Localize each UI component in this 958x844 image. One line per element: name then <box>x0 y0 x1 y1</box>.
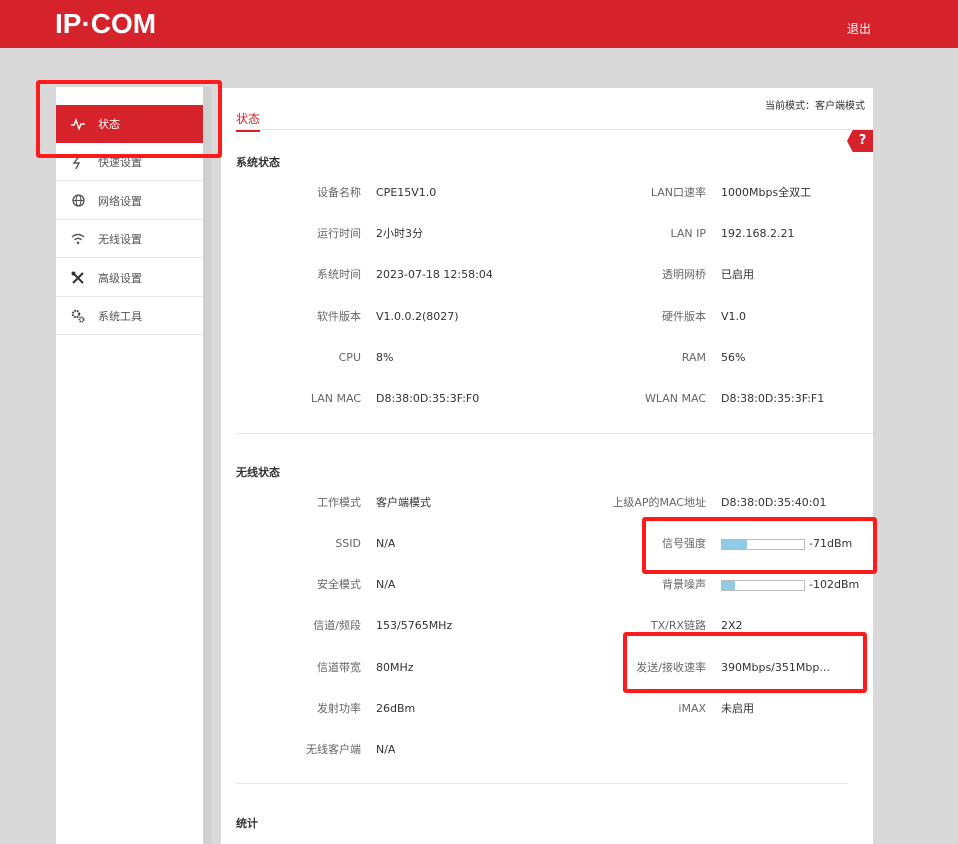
ip-com-logo: IP·COM <box>55 8 157 39</box>
signal-strength-fill <box>722 540 747 549</box>
info-label: 上级AP的MAC地址 <box>612 496 706 509</box>
info-row: 安全模式 N/A 背景噪声 -102dBm <box>221 575 873 595</box>
sidebar-scroll-gutter <box>203 87 211 844</box>
info-value: N/A <box>376 743 396 756</box>
tab-underline <box>236 129 873 130</box>
info-label: 发射功率 <box>317 702 361 715</box>
info-row: 信道带宽 80MHz 发送/接收速率 390Mbps/351Mbp... <box>221 658 873 678</box>
wifi-icon <box>70 231 86 247</box>
sidebar-item-label: 无线设置 <box>98 232 142 246</box>
system-status-title: 系统状态 <box>236 156 280 169</box>
main-panel: 当前模式：客户端模式 状态 ? 系统状态 设备名称 CPE15V1.0 LAN口… <box>221 88 873 844</box>
info-label: 运行时间 <box>317 227 361 240</box>
info-label: 信道带宽 <box>317 661 361 674</box>
info-value: 已启用 <box>721 268 754 281</box>
info-row: 软件版本 V1.0.0.2(8027) 硬件版本 V1.0 <box>221 307 873 327</box>
info-value: 80MHz <box>376 661 414 674</box>
info-label: LAN IP <box>670 227 706 240</box>
info-label: 信道/频段 <box>313 619 361 632</box>
sidebar-item-label: 状态 <box>98 118 120 131</box>
sidebar-item-label: 快速设置 <box>98 155 142 169</box>
info-value: 390Mbps/351Mbp... <box>721 661 830 674</box>
info-value: D8:38:0D:35:3F:F1 <box>721 392 825 405</box>
noise-bar <box>721 580 805 591</box>
info-label: 工作模式 <box>317 496 361 509</box>
noise-fill <box>722 581 736 590</box>
lightning-icon <box>70 154 86 170</box>
info-row: 系统时间 2023-07-18 12:58:04 透明网桥 已启用 <box>221 265 873 285</box>
info-row: LAN MAC D8:38:0D:35:3F:F0 WLAN MAC D8:38… <box>221 389 873 409</box>
info-label: 系统时间 <box>317 268 361 281</box>
info-row: 发射功率 26dBm iMAX 未启用 <box>221 699 873 719</box>
signal-strength-bar <box>721 539 805 550</box>
info-value: D8:38:0D:35:40:01 <box>721 496 827 509</box>
section-divider <box>236 433 873 434</box>
sidebar-item-wireless[interactable]: 无线设置 <box>56 220 203 258</box>
info-label: 信号强度 <box>662 537 706 550</box>
info-value: V1.0 <box>721 310 747 323</box>
info-value: 1000Mbps全双工 <box>721 186 812 199</box>
tools-icon <box>70 270 86 286</box>
info-row: 工作模式 客户端模式 上级AP的MAC地址 D8:38:0D:35:40:01 <box>221 493 873 513</box>
info-label: WLAN MAC <box>644 392 706 405</box>
info-row: 无线客户端 N/A <box>221 740 873 760</box>
info-value: 8% <box>376 351 394 364</box>
info-label: iMAX <box>678 702 706 715</box>
info-value: 192.168.2.21 <box>721 227 795 240</box>
pulse-icon <box>70 116 86 132</box>
info-row: 信道/频段 153/5765MHz TX/RX链路 2X2 <box>221 616 873 636</box>
info-value: CPE15V1.0 <box>376 186 437 199</box>
info-label: 发送/接收速率 <box>636 661 706 674</box>
info-label: 背景噪声 <box>662 578 706 591</box>
info-value: 2X2 <box>721 619 743 632</box>
sidebar-item-label: 系统工具 <box>98 309 142 323</box>
info-label: 设备名称 <box>317 186 361 199</box>
info-value: 2小时3分 <box>376 227 423 240</box>
info-label: TX/RX链路 <box>650 619 706 632</box>
sidebar-item-network[interactable]: 网络设置 <box>56 182 203 220</box>
current-mode: 当前模式：客户端模式 <box>765 101 865 112</box>
info-value: 未启用 <box>721 702 754 715</box>
noise-value: -102dBm <box>809 578 860 591</box>
info-value: 56% <box>721 351 746 364</box>
info-label: RAM <box>681 351 706 364</box>
logout-link[interactable]: 退出 <box>847 20 871 37</box>
globe-icon <box>70 193 86 209</box>
info-value: N/A <box>376 578 396 591</box>
section-divider <box>236 783 848 784</box>
info-row: SSID N/A 信号强度 -71dBm <box>221 534 873 554</box>
info-value: D8:38:0D:35:3F:F0 <box>376 392 480 405</box>
info-label: 无线客户端 <box>306 743 361 756</box>
sidebar-item-advanced[interactable]: 高级设置 <box>56 259 203 297</box>
info-label: 硬件版本 <box>662 310 706 323</box>
info-value: V1.0.0.2(8027) <box>376 310 459 323</box>
sidebar-item-system-tools[interactable]: 系统工具 <box>56 297 203 335</box>
info-label: LAN MAC <box>310 392 361 405</box>
sidebar-item-status[interactable]: 状态 <box>56 105 203 143</box>
info-value: N/A <box>376 537 396 550</box>
wireless-status-title: 无线状态 <box>236 466 280 479</box>
info-label: SSID <box>335 537 361 550</box>
statistics-title: 统计 <box>236 817 258 830</box>
sidebar-item-label: 网络设置 <box>98 194 142 208</box>
info-label: CPU <box>338 351 361 364</box>
info-value: 客户端模式 <box>376 496 431 509</box>
info-row: CPU 8% RAM 56% <box>221 348 873 368</box>
info-value: 26dBm <box>376 702 416 715</box>
sidebar: 状态 快速设置 网络设置 无线设置 高级设置 系统工具 <box>56 87 203 844</box>
signal-strength-value: -71dBm <box>809 537 853 550</box>
sidebar-item-label: 高级设置 <box>98 271 142 285</box>
info-label: LAN口速率 <box>650 186 706 199</box>
info-label: 软件版本 <box>317 310 361 323</box>
help-button[interactable]: ? <box>847 130 873 152</box>
sidebar-item-quick-setup[interactable]: 快速设置 <box>56 143 203 181</box>
info-value: 153/5765MHz <box>376 619 453 632</box>
info-row: 设备名称 CPE15V1.0 LAN口速率 1000Mbps全双工 <box>221 183 873 203</box>
top-bar: IP·COM 退出 <box>0 0 958 48</box>
info-label: 透明网桥 <box>662 268 706 281</box>
gears-icon <box>70 308 86 324</box>
info-value: 2023-07-18 12:58:04 <box>376 268 493 281</box>
info-row: 运行时间 2小时3分 LAN IP 192.168.2.21 <box>221 224 873 244</box>
info-label: 安全模式 <box>317 578 361 591</box>
